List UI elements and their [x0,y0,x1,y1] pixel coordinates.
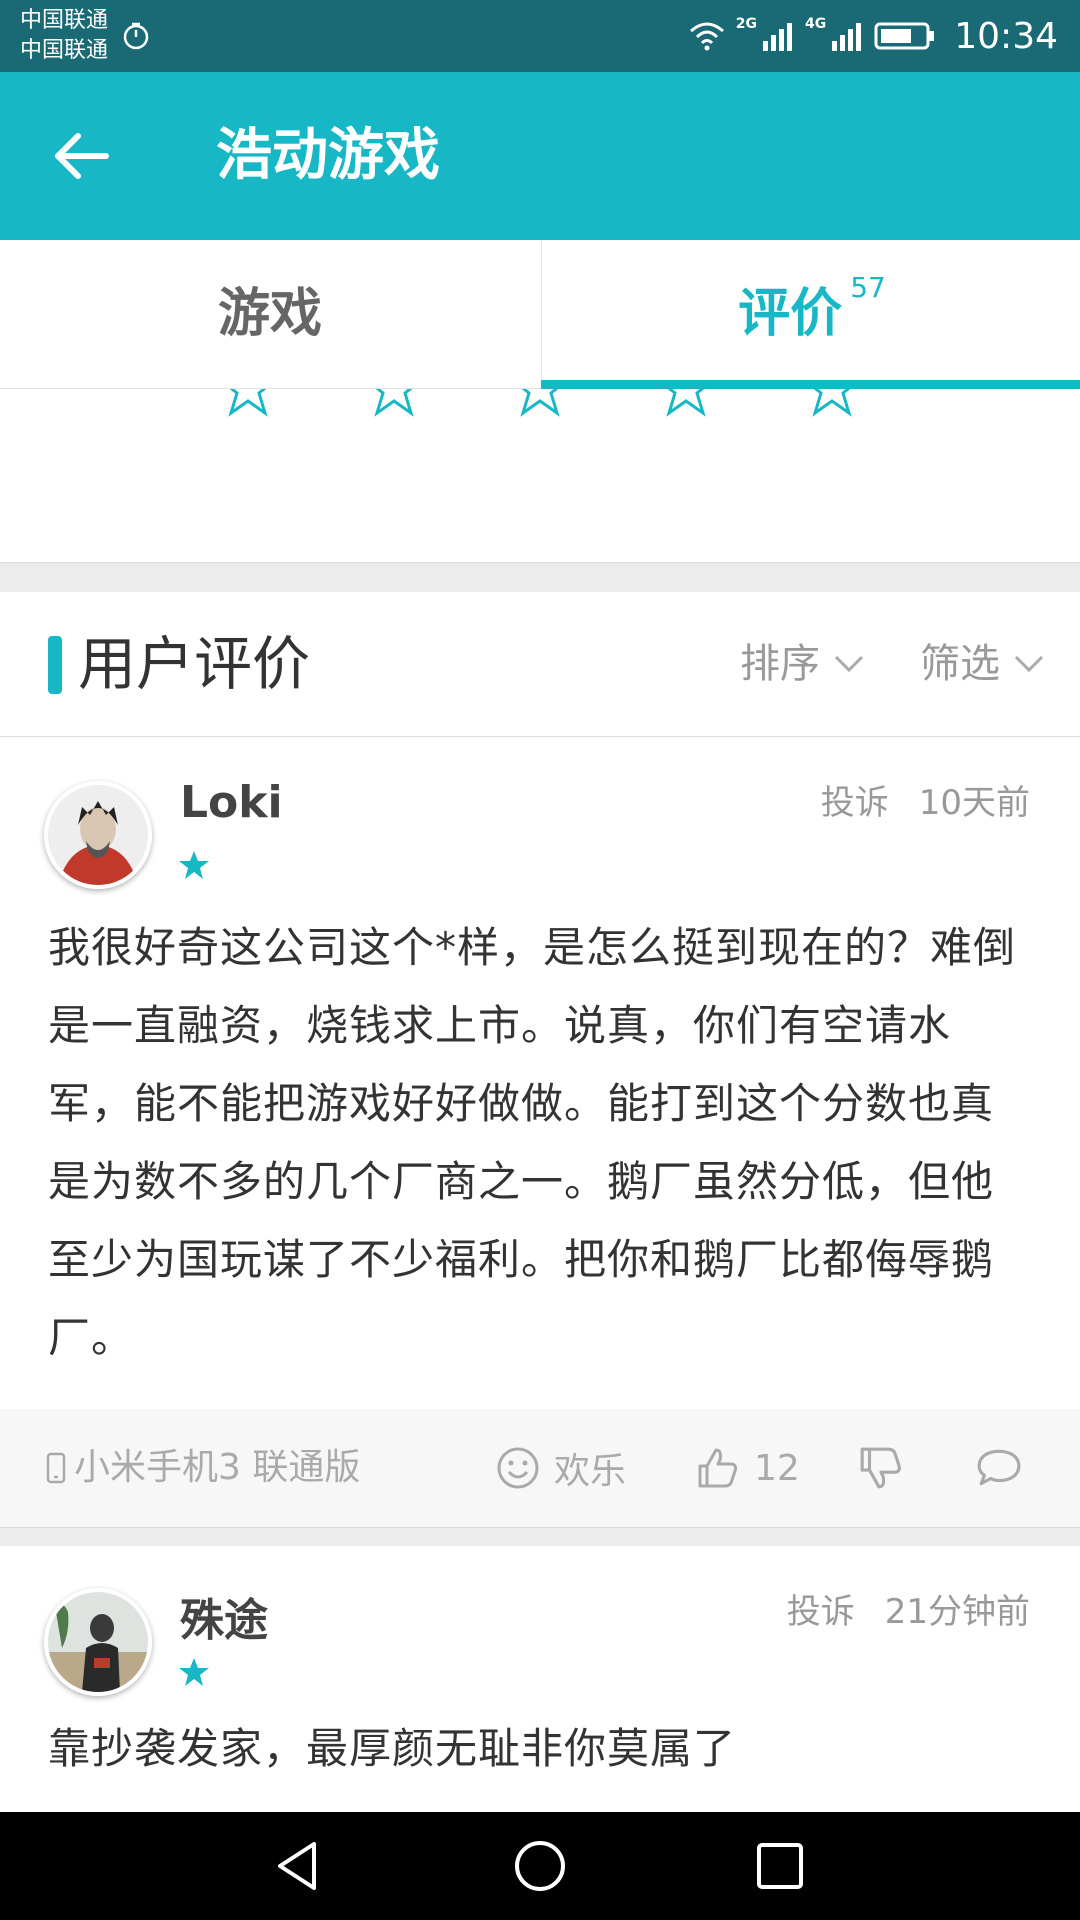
home-circle-icon[interactable] [510,1836,570,1896]
review-meta: 投诉 10天前 [821,775,1030,824]
arrow-left-icon[interactable] [50,124,114,188]
avatar[interactable] [44,781,152,889]
page-title: 浩动游戏 [216,123,440,188]
review-text: 我很好奇这公司这个*样，是怎么挺到现在的？难倒是一直融资，烧钱求上市。说真，你们… [48,923,1017,1362]
stopwatch-icon [123,22,149,50]
review-card: 殊途 投诉 21分钟前 靠抄袭发家，最厚颜无耻非你莫属了 [0,1546,1080,1812]
carrier-1: 中国联通 [20,8,109,33]
network-4g-label: 4G [805,16,827,32]
tab-reviews[interactable]: 评价 57 [541,240,1080,388]
review-card: Loki 投诉 10天前 我很好奇这公司这个*样，是怎么挺到现在的？难倒是一直融… [0,737,1080,1409]
carrier-info: 中国联通 中国联通 [20,6,108,66]
tab-indicator [541,380,1080,389]
sort-label: 排序 [740,641,820,687]
review-separator [0,1528,1080,1546]
avatar[interactable] [44,1588,152,1696]
signal-icon [832,23,862,51]
star-outline-icon[interactable] [364,389,424,419]
section-marker [48,636,62,694]
device-info: 小米手机3 联通版 [46,1409,360,1527]
tab-games[interactable]: 游戏 [0,240,540,388]
username[interactable]: 殊途 [180,1584,268,1648]
review-time: 21分钟前 [884,1592,1030,1632]
signal-icon [763,23,793,51]
comment-icon[interactable] [976,1445,1022,1491]
username[interactable]: Loki [180,777,283,828]
review-meta: 投诉 21分钟前 [787,1584,1030,1633]
chevron-down-icon [1014,655,1044,673]
status-icons: 2G 4G 10:34 [688,0,1058,72]
mood-label: 欢乐 [554,1451,627,1492]
tab-reviews-label: 评价 [738,284,843,344]
mood-button[interactable]: 欢乐 [496,1409,626,1527]
thumbs-up-icon [698,1448,738,1488]
app-bar: 浩动游戏 [0,72,1080,240]
star-outline-icon[interactable] [510,389,570,419]
carrier-2: 中国联通 [20,38,109,63]
recents-square-icon[interactable] [750,1836,810,1896]
like-count: 12 [754,1447,800,1489]
star-filled-icon [179,1658,209,1686]
star-outline-icon[interactable] [218,389,278,419]
rate-stars [0,389,1080,561]
system-nav-bar [0,1812,1080,1920]
clock: 10:34 [954,15,1058,57]
star-filled-icon [179,851,209,879]
filter-label: 筛选 [920,641,1000,687]
chevron-down-icon [834,655,864,673]
network-2g-label: 2G [735,16,758,32]
back-triangle-icon[interactable] [270,1836,330,1896]
review-text: 靠抄袭发家，最厚颜无耻非你莫属了 [48,1724,737,1773]
tab-bar: 游戏 评价 57 [0,240,1080,389]
review-time: 10天前 [918,783,1030,823]
avatar-image [48,1592,148,1692]
thumbs-down-icon[interactable] [858,1445,904,1491]
battery-icon [874,22,935,50]
device-label: 小米手机3 联通版 [74,1447,361,1488]
review-footer: 小米手机3 联通版 欢乐 12 [0,1409,1080,1528]
tab-games-label: 游戏 [217,284,322,344]
status-bar: 中国联通 中国联通 2G 4G 10:34 [0,0,1080,72]
phone-icon [46,1452,66,1484]
section-divider [0,562,1080,593]
report-link[interactable]: 投诉 [787,1584,855,1633]
star-outline-icon[interactable] [802,389,862,419]
smiley-icon [497,1447,539,1489]
report-link[interactable]: 投诉 [821,775,889,824]
like-button[interactable]: 12 [696,1409,800,1527]
section-title: 用户评价 [78,630,311,698]
sort-dropdown[interactable]: 排序 [740,592,864,736]
filter-dropdown[interactable]: 筛选 [920,592,1044,736]
wifi-icon [689,22,724,51]
avatar-image [48,785,148,885]
user-reviews-header: 用户评价 排序 筛选 [0,592,1080,737]
review-count-badge: 57 [850,271,886,304]
star-outline-icon[interactable] [656,389,716,419]
